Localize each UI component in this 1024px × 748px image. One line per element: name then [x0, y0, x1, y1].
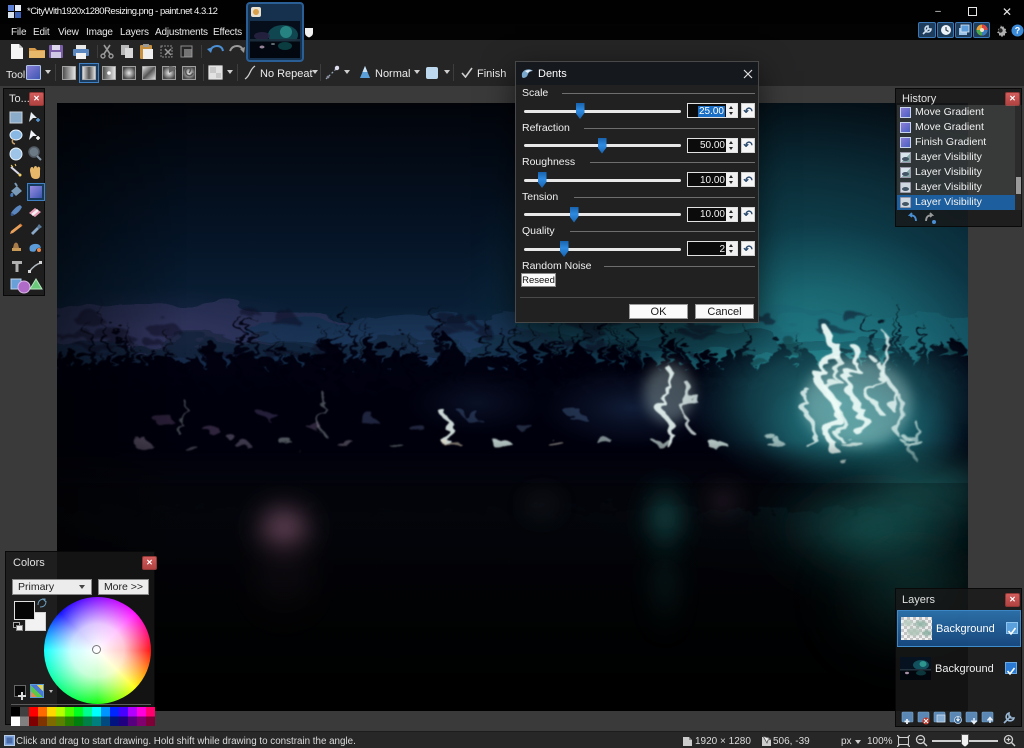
svg-text:?: ?: [1015, 26, 1021, 36]
